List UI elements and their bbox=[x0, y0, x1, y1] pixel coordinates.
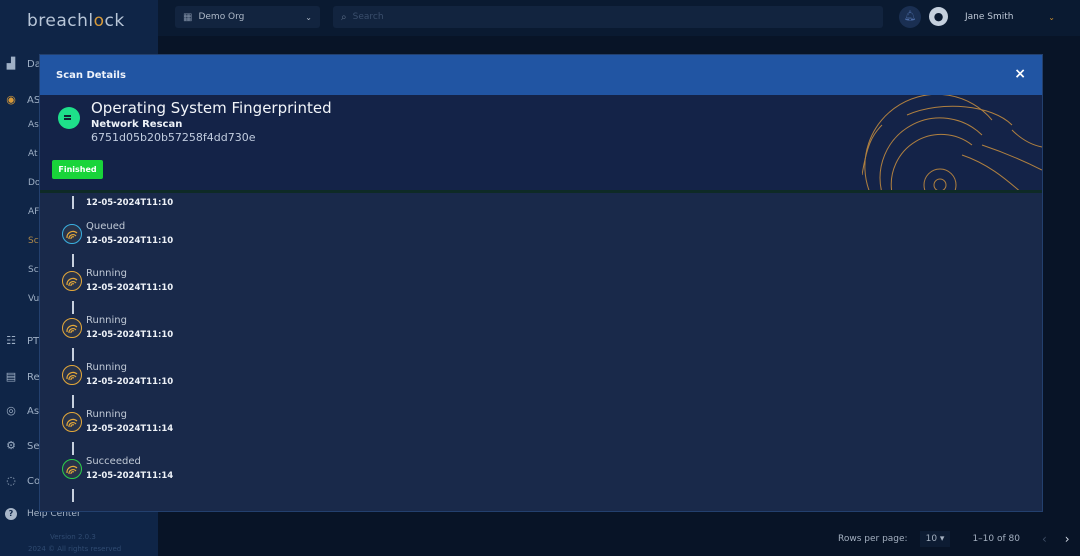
close-icon[interactable]: × bbox=[1014, 66, 1026, 82]
status-timeline: 12-05-2024T11:10 Queued 12-05-2024T11:10… bbox=[40, 196, 1040, 511]
fingerprint-decoration-icon bbox=[862, 95, 1042, 190]
timeline-time: 12-05-2024T11:10 bbox=[86, 236, 174, 246]
scan-summary: Operating System Fingerprinted Network R… bbox=[40, 95, 1042, 193]
prev-page-button[interactable]: ‹ bbox=[1042, 532, 1047, 546]
search-icon: ⌕ bbox=[341, 11, 347, 23]
timeline-connector bbox=[72, 348, 74, 361]
settings-icon: ⚙ bbox=[6, 439, 16, 452]
bell-icon[interactable]: 🔔︎ bbox=[899, 6, 921, 28]
fingerprint-status-icon bbox=[62, 318, 82, 338]
sidebar-sub-2[interactable]: At bbox=[28, 149, 38, 159]
timeline-time: 12-05-2024T11:10 bbox=[86, 330, 174, 340]
scan-icon bbox=[58, 107, 80, 129]
timeline-connector bbox=[72, 442, 74, 455]
fingerprint-status-icon bbox=[62, 412, 82, 432]
page-range: 1–10 of 80 bbox=[972, 534, 1020, 544]
asm-icon: ◉ bbox=[6, 93, 16, 106]
sidebar-sub-6[interactable]: Sc bbox=[28, 265, 39, 275]
scan-title: Operating System Fingerprinted bbox=[91, 99, 332, 117]
modal-title: Scan Details bbox=[56, 69, 126, 81]
chevron-down-icon: ⌄ bbox=[1048, 12, 1055, 22]
asset-icon: ◎ bbox=[6, 404, 16, 417]
fingerprint-status-icon bbox=[62, 459, 82, 479]
fingerprint-status-icon bbox=[62, 271, 82, 291]
logo: breachlock bbox=[27, 11, 125, 31]
timeline-time: 12-05-2024T11:14 bbox=[86, 471, 174, 481]
timeline-time: 12-05-2024T11:14 bbox=[86, 424, 174, 434]
scan-id: 6751d05b20b57258f4dd730e bbox=[91, 131, 256, 144]
status-badge: Finished bbox=[52, 160, 103, 179]
sidebar-sub-7[interactable]: Vu bbox=[28, 294, 39, 304]
chevron-down-icon: ⌄ bbox=[305, 12, 312, 22]
fingerprint-status-icon bbox=[62, 365, 82, 385]
building-icon: ▦ bbox=[183, 11, 193, 23]
timeline-connector bbox=[72, 301, 74, 314]
report-icon: ▤ bbox=[5, 370, 17, 383]
timeline-status: Running bbox=[86, 362, 127, 373]
sidebar-sub-4[interactable]: AF bbox=[28, 207, 39, 217]
search-input[interactable]: ⌕ Search bbox=[333, 6, 883, 28]
chart-icon: ▟ bbox=[6, 57, 16, 70]
first-timestamp: 12-05-2024T11:10 bbox=[86, 198, 174, 208]
pt-icon: ☷ bbox=[6, 334, 16, 347]
next-page-button[interactable]: › bbox=[1065, 532, 1070, 546]
help-icon: ? bbox=[5, 508, 17, 520]
sidebar-sub-scans[interactable]: Sc bbox=[28, 236, 39, 246]
timeline-status: Queued bbox=[86, 221, 126, 232]
timeline-status: Running bbox=[86, 315, 127, 326]
rows-per-page-select[interactable]: 10 ▾ bbox=[919, 531, 951, 547]
fingerprint-status-icon bbox=[62, 224, 82, 244]
scan-type: Network Rescan bbox=[91, 119, 183, 130]
copyright-text: 2024 © All rights reserved bbox=[28, 545, 122, 553]
scan-details-modal: Scan Details × Operating System Fingerpr… bbox=[39, 54, 1043, 512]
timeline-connector bbox=[72, 489, 74, 502]
chat-icon: ◌ bbox=[6, 474, 16, 487]
avatar[interactable]: ● bbox=[929, 7, 948, 26]
timeline-status: Running bbox=[86, 409, 127, 420]
pagination: Rows per page: 10 ▾ 1–10 of 80 ‹ › bbox=[838, 531, 1070, 547]
version-text: Version 2.0.3 bbox=[50, 533, 96, 541]
sidebar-sub-1[interactable]: As bbox=[28, 120, 39, 130]
timeline-time: 12-05-2024T11:10 bbox=[86, 283, 174, 293]
timeline-connector bbox=[72, 196, 74, 209]
timeline-time: 12-05-2024T11:10 bbox=[86, 377, 174, 387]
modal-header: Scan Details × bbox=[40, 55, 1042, 95]
user-menu[interactable]: Jane Smith ⌄ bbox=[955, 6, 1065, 28]
timeline-connector bbox=[72, 254, 74, 267]
timeline-status: Running bbox=[86, 268, 127, 279]
org-selector[interactable]: ▦ Demo Org ⌄ bbox=[175, 6, 320, 28]
timeline-status: Succeeded bbox=[86, 456, 141, 467]
timeline-connector bbox=[72, 395, 74, 408]
